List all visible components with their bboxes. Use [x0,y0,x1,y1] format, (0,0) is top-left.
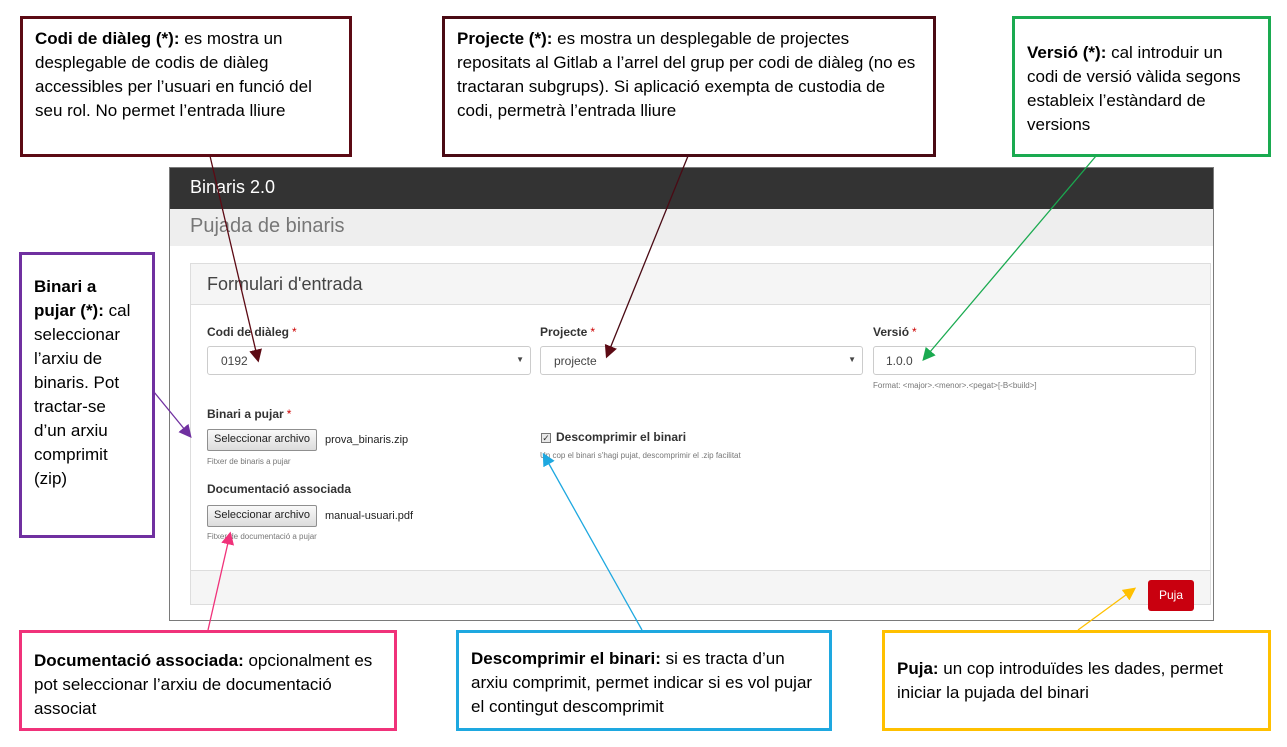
callout-binari-text: cal seleccionar l’arxiu de binaris. Pot … [34,301,131,488]
callout-binari: Binari a pujar (*): cal seleccionar l’ar… [19,252,155,538]
callout-puja-text: un cop introduïdes les dades, permet ini… [897,659,1224,702]
callout-projecte: Projecte (*): es mostra un desplegable d… [442,16,936,157]
arrow-puja [1077,587,1137,631]
arrow-projecte [604,155,689,359]
callout-versio-title: Versió (*): [1027,43,1107,62]
callout-codi: Codi de diàleg (*): es mostra un despleg… [20,16,352,157]
callout-binari-title: Binari a pujar (*): [34,277,104,320]
arrow-doc [207,531,235,631]
callout-descomprimir-title: Descomprimir el binari: [471,649,661,668]
callout-codi-title: Codi de diàleg (*): [35,29,180,48]
callout-projecte-title: Projecte (*): [457,29,553,48]
arrow-versio [922,155,1097,361]
callout-descomprimir: Descomprimir el binari: si es tracta d’u… [456,630,832,731]
arrow-codi [209,155,262,363]
callout-doc-title: Documentació associada: [34,651,244,670]
arrow-descomprimir [542,452,643,631]
arrow-binari [153,391,192,439]
callout-puja-title: Puja: [897,659,939,678]
callout-doc: Documentació associada: opcionalment es … [19,630,397,731]
callout-versio: Versió (*): cal introduir un codi de ver… [1012,16,1271,157]
callout-puja: Puja: un cop introduïdes les dades, perm… [882,630,1271,731]
